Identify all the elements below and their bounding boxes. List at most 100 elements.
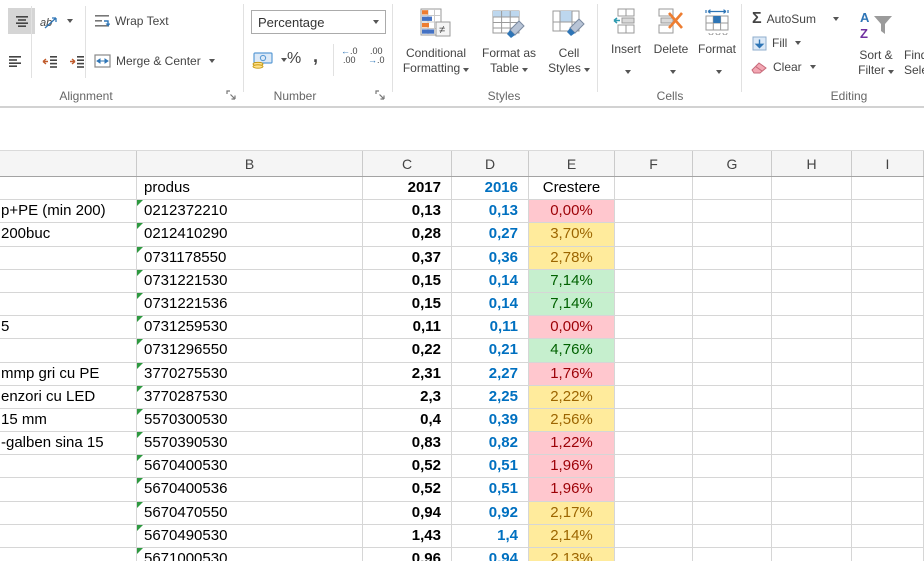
grid-cell[interactable]: 2,14% [529, 524, 615, 547]
grid-cell[interactable] [0, 246, 137, 269]
grid-cell[interactable] [693, 292, 772, 316]
fill-button[interactable]: Fill [752, 33, 802, 53]
increase-decimal-button[interactable]: ←.0.00 [341, 47, 358, 65]
grid-cell[interactable]: 0,28 [363, 223, 452, 246]
grid-cell[interactable]: 2016 [452, 177, 529, 200]
grid-cell[interactable] [615, 246, 693, 269]
grid-cell[interactable] [852, 385, 924, 408]
number-format-select[interactable]: Percentage [251, 10, 386, 34]
grid-cell[interactable] [615, 339, 693, 362]
grid-cell[interactable] [615, 362, 693, 385]
grid-cell[interactable] [615, 385, 693, 408]
format-as-table-button[interactable]: Format as Table [476, 4, 542, 102]
grid-cell[interactable] [693, 455, 772, 478]
grid-cell[interactable] [772, 385, 852, 408]
grid-cell[interactable] [772, 408, 852, 432]
increase-indent-button[interactable] [63, 48, 90, 74]
grid-cell[interactable] [693, 200, 772, 223]
grid-cell[interactable]: 0,92 [452, 501, 529, 524]
grid-cell[interactable]: 5670470550 [137, 501, 363, 524]
column-header-F[interactable]: F [615, 151, 693, 176]
grid-cell[interactable] [0, 455, 137, 478]
grid-cell[interactable] [772, 292, 852, 316]
column-header-H[interactable]: H [772, 151, 852, 176]
grid-cell[interactable]: 7,14% [529, 292, 615, 316]
grid-cell[interactable]: 0,15 [363, 269, 452, 292]
grid-cell[interactable]: 3,70% [529, 223, 615, 246]
grid-cell[interactable] [772, 362, 852, 385]
grid-cell[interactable]: 4,76% [529, 339, 615, 362]
grid-cell[interactable]: p+PE (min 200) [0, 200, 137, 223]
grid-cell[interactable]: 0,21 [452, 339, 529, 362]
grid-cell[interactable] [693, 408, 772, 432]
grid-cell[interactable]: mmp gri cu PE [0, 362, 137, 385]
comma-style-button[interactable]: , [313, 44, 318, 68]
grid-cell[interactable] [693, 501, 772, 524]
decrease-decimal-button[interactable]: .00 →.0 [368, 47, 385, 65]
insert-cells-button[interactable]: Insert [606, 4, 646, 102]
grid-cell[interactable] [852, 524, 924, 547]
grid-cell[interactable]: 0,51 [452, 455, 529, 478]
grid-cell[interactable]: 1,43 [363, 524, 452, 547]
column-header-D[interactable]: D [452, 151, 529, 176]
grid-cell[interactable] [852, 548, 924, 561]
grid-cell[interactable]: 2,3 [363, 385, 452, 408]
grid-cell[interactable]: 0,11 [452, 316, 529, 339]
grid-cell[interactable] [852, 177, 924, 200]
grid-cell[interactable] [772, 455, 852, 478]
grid-cell[interactable] [772, 524, 852, 547]
grid-cell[interactable] [0, 548, 137, 561]
grid-cell[interactable] [0, 501, 137, 524]
grid-cell[interactable] [693, 316, 772, 339]
grid-cell[interactable] [852, 432, 924, 455]
grid-cell[interactable] [615, 455, 693, 478]
grid-cell[interactable]: 2,25 [452, 385, 529, 408]
number-dialog-launcher-icon[interactable] [375, 90, 386, 101]
grid-cell[interactable]: 3770275530 [137, 362, 363, 385]
grid-cell[interactable] [615, 200, 693, 223]
grid-cell[interactable] [693, 269, 772, 292]
grid-cell[interactable]: 5670490530 [137, 524, 363, 547]
grid-cell[interactable]: 5670400530 [137, 455, 363, 478]
grid-cell[interactable] [772, 223, 852, 246]
grid-cell[interactable] [615, 177, 693, 200]
grid-cell[interactable] [852, 408, 924, 432]
cell-styles-button[interactable]: Cell Styles [544, 4, 594, 102]
column-header-B[interactable]: B [137, 151, 363, 176]
grid-cell[interactable]: 1,76% [529, 362, 615, 385]
grid-cell[interactable]: 0,37 [363, 246, 452, 269]
grid-cell[interactable] [693, 432, 772, 455]
grid-cell[interactable]: 5570300530 [137, 408, 363, 432]
delete-cells-button[interactable]: Delete [648, 4, 694, 102]
grid-cell[interactable] [852, 339, 924, 362]
grid-cell[interactable]: Crestere [529, 177, 615, 200]
grid-cell[interactable]: 2,17% [529, 501, 615, 524]
grid-cell[interactable]: 0,22 [363, 339, 452, 362]
grid-cell[interactable]: 7,14% [529, 269, 615, 292]
grid-cell[interactable]: 0212410290 [137, 223, 363, 246]
grid-cell[interactable]: 0,13 [363, 200, 452, 223]
grid-cell[interactable]: 0,94 [363, 501, 452, 524]
grid-cell[interactable]: produs [137, 177, 363, 200]
grid-cell[interactable]: 2,31 [363, 362, 452, 385]
alignment-dialog-launcher-icon[interactable] [226, 90, 237, 101]
align-left-button[interactable] [1, 48, 28, 74]
grid-cell[interactable]: 2017 [363, 177, 452, 200]
grid-cell[interactable]: 2,27 [452, 362, 529, 385]
column-header-I[interactable]: I [852, 151, 924, 176]
grid-cell[interactable]: 1,4 [452, 524, 529, 547]
grid-cell[interactable]: 0,14 [452, 292, 529, 316]
accounting-format-button[interactable] [251, 49, 287, 71]
grid-cell[interactable] [772, 200, 852, 223]
grid-cell[interactable]: 2,13% [529, 548, 615, 561]
grid-cell[interactable]: 0,51 [452, 478, 529, 501]
grid-cell[interactable] [852, 223, 924, 246]
percent-style-button[interactable]: % [287, 47, 301, 71]
conditional-formatting-button[interactable]: ≠ Conditional Formatting [398, 4, 474, 102]
grid-cell[interactable] [772, 339, 852, 362]
grid-cell[interactable]: 5671000530 [137, 548, 363, 561]
grid-cell[interactable] [693, 524, 772, 547]
orientation-button[interactable]: ab [40, 8, 73, 34]
grid-cell[interactable] [615, 316, 693, 339]
grid-cell[interactable] [693, 246, 772, 269]
